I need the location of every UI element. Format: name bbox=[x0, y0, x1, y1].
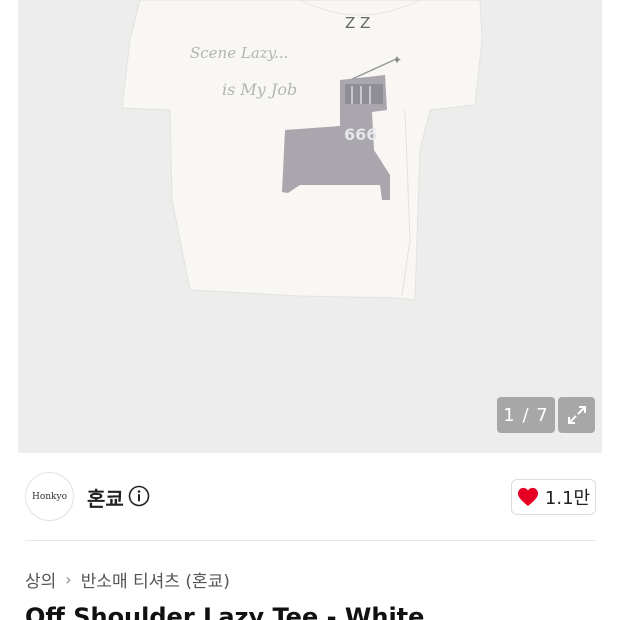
print-sleep-text: Z Z bbox=[345, 14, 370, 32]
breadcrumb-category[interactable]: 상의 bbox=[25, 567, 56, 592]
product-title: Off Shoulder Lazy Tee - White bbox=[25, 603, 425, 620]
breadcrumb-subcategory[interactable]: 반소매 티셔츠 (혼쿄) bbox=[81, 567, 230, 592]
brand-row: Honkyo 혼쿄 1.1만 bbox=[0, 453, 620, 540]
expand-icon bbox=[567, 406, 586, 424]
brand-logo-text: Honkyo bbox=[31, 491, 68, 502]
brand-name[interactable]: 혼쿄 bbox=[87, 483, 124, 512]
like-button[interactable]: 1.1만 bbox=[511, 479, 596, 515]
product-image-gallery[interactable]: Scene Lazy... is My Job Z Z ✦ 666 1 / 7 bbox=[0, 0, 620, 453]
print-text-line1: Scene Lazy... bbox=[190, 44, 288, 62]
like-count: 1.1만 bbox=[544, 488, 591, 509]
expand-button[interactable] bbox=[558, 397, 595, 433]
heart-icon bbox=[517, 487, 538, 507]
bed-number-text: 666 bbox=[344, 125, 377, 144]
info-icon[interactable] bbox=[128, 485, 150, 507]
chevron-right-icon: › bbox=[65, 570, 72, 589]
breadcrumb: 상의 › 반소매 티셔츠 (혼쿄) bbox=[25, 567, 230, 592]
image-counter: 1 / 7 bbox=[497, 397, 555, 433]
print-text-line2: is My Job bbox=[222, 80, 297, 99]
divider bbox=[25, 540, 595, 541]
brand-logo[interactable]: Honkyo bbox=[25, 472, 74, 521]
product-image[interactable]: Scene Lazy... is My Job Z Z ✦ 666 bbox=[0, 0, 620, 453]
